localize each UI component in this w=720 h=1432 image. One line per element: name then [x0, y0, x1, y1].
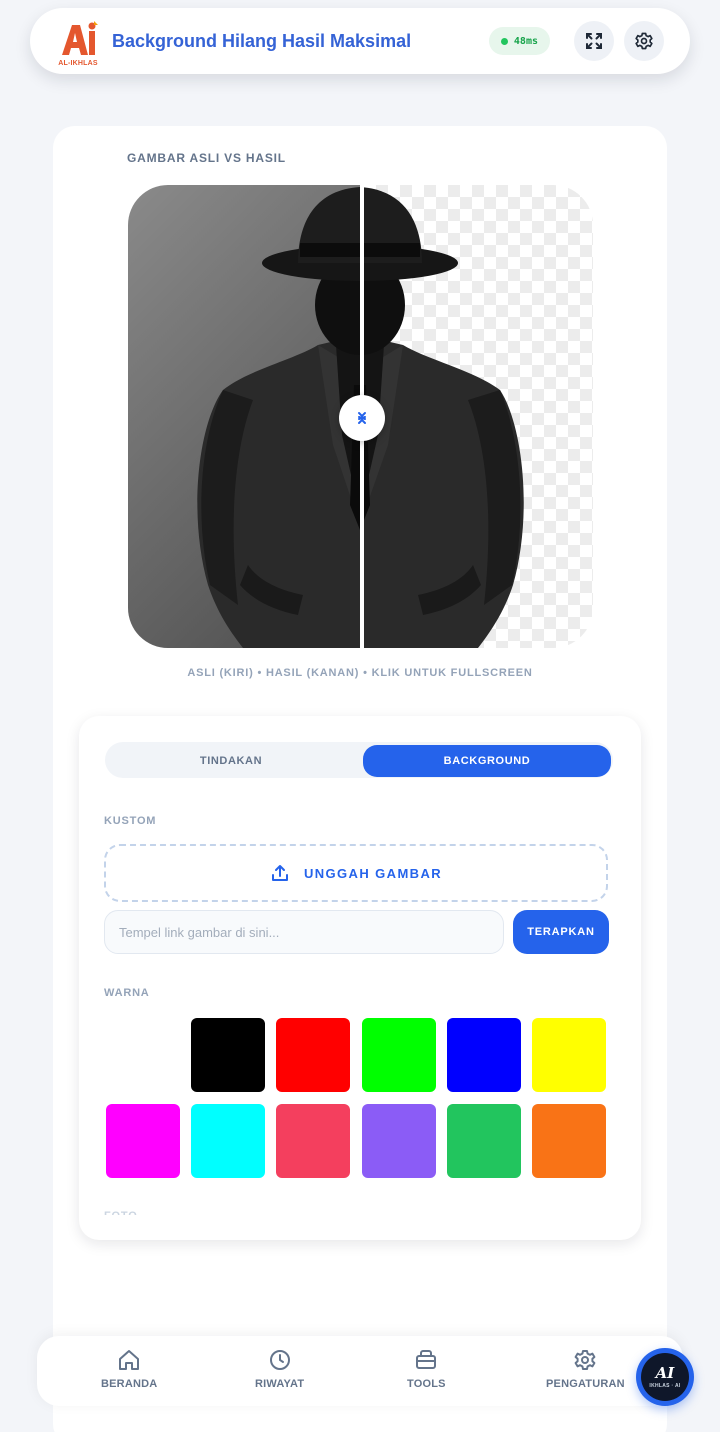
- assistant-fab[interactable]: AI IKHLAS · AI: [636, 1348, 694, 1406]
- color-swatch[interactable]: [361, 1018, 436, 1092]
- nav-label: BERANDA: [101, 1378, 158, 1390]
- color-swatch[interactable]: [276, 1104, 351, 1178]
- color-swatch[interactable]: [446, 1018, 521, 1092]
- tab-tindakan[interactable]: TINDAKAN: [107, 745, 355, 777]
- home-icon: [119, 1350, 140, 1370]
- color-swatch[interactable]: [361, 1104, 436, 1178]
- upload-image-button[interactable]: UNGGAH GAMBAR: [104, 844, 608, 902]
- nav-tools[interactable]: TOOLS: [407, 1348, 446, 1390]
- nav-riwayat[interactable]: RIWAYAT: [255, 1348, 304, 1390]
- toolbox-icon: [416, 1350, 437, 1369]
- color-label: WARNA: [104, 987, 150, 999]
- app-logo[interactable]: AL-IKHLAS: [56, 19, 100, 67]
- color-swatch[interactable]: [191, 1018, 266, 1092]
- bottom-nav: BERANDA RIWAYAT TOOLS PENGATURAN: [37, 1336, 683, 1406]
- section-label: GAMBAR ASLI VS HASIL: [127, 151, 286, 165]
- nav-pengaturan[interactable]: PENGATURAN: [546, 1348, 625, 1390]
- logo-caption: AL-IKHLAS: [58, 60, 98, 67]
- latency-badge: 48ms: [488, 27, 550, 55]
- comparison-caption: ASLI (KIRI) • HASIL (KANAN) • KLIK UNTUK…: [187, 667, 533, 679]
- fab-logo-sub: IKHLAS · AI: [649, 1382, 681, 1389]
- color-swatch[interactable]: [532, 1018, 606, 1092]
- main-card: GAMBAR ASLI VS HASIL ASLI (KIRI) • HASIL…: [53, 126, 667, 1432]
- status-dot: [500, 37, 508, 45]
- gear-icon: [635, 32, 653, 50]
- apply-button[interactable]: TERAPKAN: [513, 910, 609, 954]
- color-swatch[interactable]: [106, 1018, 180, 1092]
- nav-label: PENGATURAN: [546, 1378, 625, 1390]
- tab-bar: TINDAKAN BACKGROUND: [105, 742, 613, 778]
- page-title: Background Hilang Hasil Maksimal: [112, 30, 412, 51]
- gear-icon: [574, 1350, 596, 1370]
- upload-icon: [271, 865, 288, 881]
- drag-arrows-icon: [358, 412, 366, 424]
- fab-logo-text: AI: [655, 1363, 675, 1382]
- expand-icon: [586, 33, 602, 49]
- upload-label: UNGGAH GAMBAR: [303, 865, 443, 881]
- custom-label: KUSTOM: [104, 815, 157, 827]
- fullscreen-button[interactable]: [574, 21, 614, 61]
- comparison-viewer[interactable]: [128, 185, 593, 648]
- logo-icon: [62, 21, 98, 55]
- color-swatch[interactable]: [532, 1104, 606, 1178]
- assistant-logo: AI IKHLAS · AI: [641, 1353, 689, 1401]
- image-url-input[interactable]: [104, 910, 504, 954]
- app-header: AL-IKHLAS Background Hilang Hasil Maksim…: [30, 8, 690, 74]
- nav-label: RIWAYAT: [255, 1378, 305, 1390]
- photo-label: FOTO: [104, 1210, 138, 1215]
- color-swatch[interactable]: [191, 1104, 266, 1178]
- nav-label: TOOLS: [407, 1378, 446, 1390]
- color-swatch[interactable]: [446, 1104, 521, 1178]
- latency-value: 48ms: [513, 35, 538, 47]
- settings-button[interactable]: [624, 21, 664, 61]
- control-panel: TINDAKAN BACKGROUND KUSTOM UNGGAH GAMBAR…: [79, 716, 641, 1240]
- tab-background[interactable]: BACKGROUND: [363, 745, 611, 777]
- color-swatch[interactable]: [106, 1104, 180, 1178]
- clock-icon: [269, 1350, 290, 1370]
- nav-beranda[interactable]: BERANDA: [101, 1348, 157, 1390]
- color-swatch[interactable]: [276, 1018, 351, 1092]
- slider-handle[interactable]: [339, 395, 385, 441]
